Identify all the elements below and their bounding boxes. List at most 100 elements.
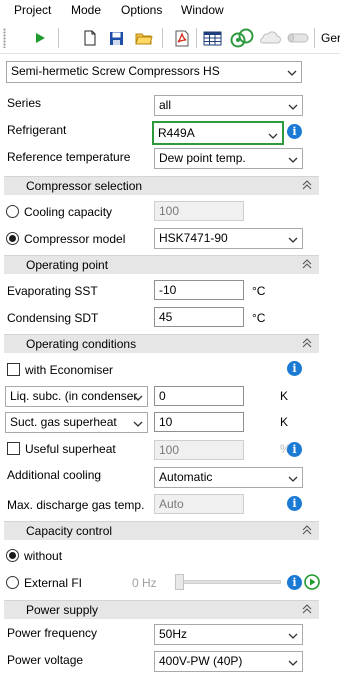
power-voltage-value: 400V-PW (40P) (159, 654, 243, 668)
pdf-icon[interactable] (172, 28, 192, 48)
menu-project[interactable]: Project (14, 3, 51, 17)
section-title: Compressor selection (26, 179, 143, 193)
chevron-down-icon (133, 391, 143, 405)
chevron-down-icon (133, 417, 143, 431)
section-title: Capacity control (26, 524, 113, 538)
liquid-subcooling-select[interactable]: Liq. subc. (in condenser (5, 386, 148, 407)
collapse-icon[interactable] (301, 337, 313, 352)
useful-superheat-input[interactable]: 100 (154, 440, 244, 460)
liquid-subcooling-unit: K (280, 389, 289, 403)
external-fi-radio[interactable] (6, 576, 19, 589)
section-title: Power supply (26, 603, 99, 617)
section-title: Operating conditions (26, 337, 137, 351)
useful-superheat-checkbox[interactable] (7, 442, 20, 455)
chevron-down-icon (288, 233, 298, 247)
power-voltage-select[interactable]: 400V-PW (40P) (154, 651, 303, 672)
refrigerant-select-value: R449A (158, 126, 195, 140)
refrigerant-info-icon[interactable]: i (287, 124, 302, 139)
menu-mode[interactable]: Mode (71, 3, 101, 17)
economiser-info-icon[interactable]: i (287, 361, 302, 376)
cooling-capacity-label: Cooling capacity (24, 205, 113, 219)
cooling-capacity-radio[interactable] (6, 205, 19, 218)
table-icon[interactable] (202, 28, 222, 48)
toolbar-separator (314, 28, 315, 48)
max-discharge-label: Max. discharge gas temp. (7, 498, 145, 512)
power-frequency-value: 50Hz (159, 627, 188, 641)
section-capacity-control[interactable]: Capacity control (4, 521, 319, 540)
series-select-value: all (159, 98, 172, 112)
reference-temperature-value: Dew point temp. (159, 151, 246, 165)
liquid-subcooling-select-value: Liq. subc. (in condenser (10, 389, 138, 403)
collapse-icon[interactable] (301, 524, 313, 539)
frequency-hz-label: 0 Hz (132, 576, 157, 590)
suction-gas-unit: K (280, 415, 289, 429)
economiser-label: with Economiser (25, 363, 114, 377)
grip-icon[interactable] (3, 28, 6, 48)
chevron-down-icon (288, 656, 298, 670)
capacity-without-radio[interactable] (6, 549, 19, 562)
suction-gas-select[interactable]: Suct. gas superheat (5, 412, 148, 433)
frequency-slider-thumb[interactable] (175, 574, 184, 590)
open-folder-icon[interactable] (134, 28, 154, 48)
section-compressor-selection[interactable]: Compressor selection (4, 176, 319, 195)
condensing-sdt-input[interactable]: 45 (154, 307, 244, 327)
refrigerant-icon[interactable] (229, 28, 255, 48)
suction-gas-input[interactable]: 10 (154, 412, 244, 432)
frequency-slider-track[interactable] (178, 580, 281, 584)
chevron-down-icon (268, 129, 278, 143)
product-select[interactable]: Semi-hermetic Screw Compressors HS (6, 61, 302, 83)
section-operating-conditions[interactable]: Operating conditions (4, 334, 319, 353)
cooling-capacity-input[interactable]: 100 (154, 201, 244, 221)
useful-superheat-info-icon[interactable]: i (287, 442, 302, 457)
chevron-down-icon (288, 629, 298, 643)
collapse-icon[interactable] (301, 258, 313, 273)
toolbar-trailing-label[interactable]: Ger (321, 31, 340, 45)
liquid-subcooling-input[interactable]: 0 (154, 386, 244, 406)
menu-bar: Project Mode Options Window (0, 0, 340, 20)
collapse-icon[interactable] (301, 603, 313, 618)
economiser-checkbox[interactable] (7, 363, 20, 376)
save-icon[interactable] (106, 28, 126, 48)
useful-superheat-label: Useful superheat (25, 442, 116, 456)
condensing-sdt-label: Condensing SDT (7, 311, 99, 325)
compressor-model-select[interactable]: HSK7471-90 (154, 228, 303, 249)
chevron-down-icon (287, 66, 297, 80)
play-icon[interactable] (304, 574, 320, 590)
additional-cooling-label: Additional cooling (7, 468, 102, 482)
cloud-icon[interactable] (258, 28, 282, 48)
chevron-down-icon (288, 472, 298, 486)
series-select[interactable]: all (154, 95, 303, 116)
power-frequency-label: Power frequency (7, 626, 98, 640)
power-voltage-label: Power voltage (7, 653, 84, 667)
evaporating-sst-label: Evaporating SST (7, 284, 98, 298)
compressor-model-value: HSK7471-90 (159, 231, 228, 245)
run-icon[interactable] (30, 28, 50, 48)
refrigerant-label: Refrigerant (7, 123, 67, 137)
compressor-model-radio[interactable] (6, 232, 19, 245)
series-label: Series (7, 96, 42, 110)
menu-options[interactable]: Options (121, 3, 162, 17)
additional-cooling-select[interactable]: Automatic (154, 467, 303, 488)
product-select-value: Semi-hermetic Screw Compressors HS (11, 64, 220, 78)
menu-window[interactable]: Window (181, 3, 224, 17)
compressor-icon[interactable] (285, 28, 311, 48)
chevron-down-icon (288, 100, 298, 114)
evaporating-sst-input[interactable]: -10 (154, 280, 244, 300)
new-document-icon[interactable] (80, 28, 100, 48)
max-discharge-info-icon[interactable]: i (287, 496, 302, 511)
reference-temperature-select[interactable]: Dew point temp. (154, 148, 303, 169)
external-fi-label: External FI (24, 576, 83, 590)
power-frequency-select[interactable]: 50Hz (154, 624, 303, 645)
additional-cooling-value: Automatic (159, 470, 213, 484)
suction-gas-select-value: Suct. gas superheat (10, 415, 117, 429)
refrigerant-select[interactable]: R449A (152, 121, 284, 145)
reference-temperature-label: Reference temperature (7, 150, 131, 164)
section-operating-point[interactable]: Operating point (4, 255, 319, 274)
collapse-icon[interactable] (301, 179, 313, 194)
section-power-supply[interactable]: Power supply (4, 600, 319, 619)
capacity-without-label: without (24, 549, 63, 563)
capacity-info-icon[interactable]: i (287, 575, 302, 590)
evaporating-sst-unit: °C (252, 284, 266, 298)
max-discharge-input[interactable]: Auto (154, 494, 244, 514)
toolbar-separator (58, 28, 59, 48)
